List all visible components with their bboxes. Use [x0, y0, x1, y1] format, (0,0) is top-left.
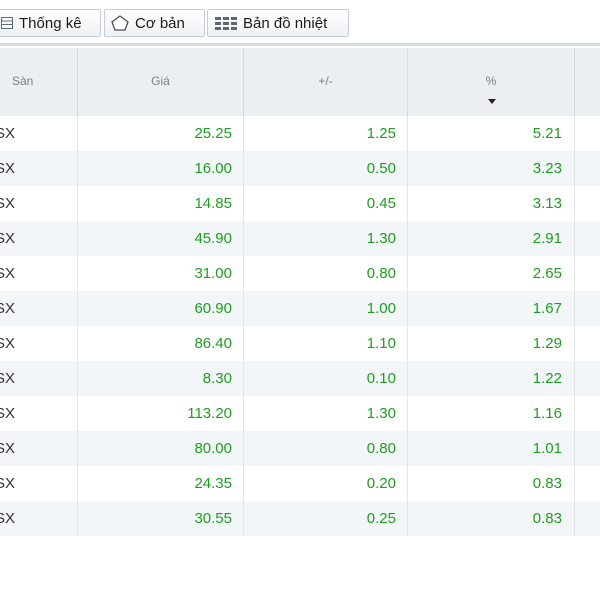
cell-percent: 3.13 — [408, 186, 575, 221]
cell-exchange: SX — [0, 291, 78, 326]
column-header-exchange[interactable]: Sàn — [0, 48, 78, 116]
cell-price: 24.35 — [78, 466, 244, 501]
cell-change: 0.80 — [244, 256, 408, 291]
cell-price: 86.40 — [78, 326, 244, 361]
cell-price: 14.85 — [78, 186, 244, 221]
cell-percent: 1.16 — [408, 396, 575, 431]
table-row[interactable]: SX 16.00 0.50 3.23 — [0, 151, 600, 186]
cell-change: 1.30 — [244, 221, 408, 256]
tab-statistics[interactable]: Thống kê — [0, 9, 101, 37]
cell-percent: 3.23 — [408, 151, 575, 186]
tab-basic[interactable]: Cơ bản — [104, 9, 205, 37]
cell-change: 0.20 — [244, 466, 408, 501]
table-row[interactable]: SX 80.00 0.80 1.01 — [0, 431, 600, 466]
sort-descending-icon — [488, 99, 496, 104]
cell-price: 60.90 — [78, 291, 244, 326]
column-header-empty — [575, 48, 600, 116]
tab-statistics-label: Thống kê — [19, 14, 82, 32]
cell-exchange: SX — [0, 466, 78, 501]
cell-percent: 2.91 — [408, 221, 575, 256]
heatmap-grid-icon — [215, 16, 237, 30]
cell-percent: 1.29 — [408, 326, 575, 361]
table-row[interactable]: SX 113.20 1.30 1.16 — [0, 396, 600, 431]
cell-exchange: SX — [0, 501, 78, 536]
table-row[interactable]: SX 24.35 0.20 0.83 — [0, 466, 600, 501]
cell-change: 1.10 — [244, 326, 408, 361]
cell-change: 0.45 — [244, 186, 408, 221]
cell-empty — [575, 466, 600, 501]
cell-percent: 0.83 — [408, 466, 575, 501]
table-row[interactable]: SX 30.55 0.25 0.83 — [0, 501, 600, 536]
tab-basic-label: Cơ bản — [135, 14, 185, 32]
cell-change: 0.50 — [244, 151, 408, 186]
cell-exchange: SX — [0, 221, 78, 256]
cell-price: 30.55 — [78, 501, 244, 536]
cell-change: 1.30 — [244, 396, 408, 431]
cell-exchange: SX — [0, 431, 78, 466]
cell-empty — [575, 361, 600, 396]
table-row[interactable]: SX 60.90 1.00 1.67 — [0, 291, 600, 326]
cell-exchange: SX — [0, 396, 78, 431]
cell-exchange: SX — [0, 326, 78, 361]
table-row[interactable]: SX 45.90 1.30 2.91 — [0, 221, 600, 256]
toolbar: Thống kê Cơ bản Bản đồ nhiệt — [0, 0, 600, 46]
cell-percent: 1.22 — [408, 361, 575, 396]
table-icon — [1, 17, 13, 29]
table-body: SX 25.25 1.25 5.21 SX 16.00 0.50 3.23 SX 14.85 0.4… — [0, 116, 600, 536]
cell-price: 45.90 — [78, 221, 244, 256]
cell-exchange: SX — [0, 361, 78, 396]
cell-percent: 1.67 — [408, 291, 575, 326]
cell-exchange: SX — [0, 186, 78, 221]
tab-heatmap-label: Bản đồ nhiệt — [243, 14, 328, 32]
cell-exchange: SX — [0, 256, 78, 291]
cell-change: 0.10 — [244, 361, 408, 396]
cell-price: 16.00 — [78, 151, 244, 186]
cell-exchange: SX — [0, 116, 78, 151]
cell-empty — [575, 151, 600, 186]
table-header: Sàn Giá +/- % — [0, 48, 600, 117]
cell-empty — [575, 116, 600, 151]
cell-percent: 1.01 — [408, 431, 575, 466]
cell-change: 1.25 — [244, 116, 408, 151]
table-row[interactable]: SX 8.30 0.10 1.22 — [0, 361, 600, 396]
cell-price: 113.20 — [78, 396, 244, 431]
column-header-percent[interactable]: % — [408, 48, 575, 116]
cell-percent: 2.65 — [408, 256, 575, 291]
column-header-price[interactable]: Giá — [78, 48, 244, 116]
cell-empty — [575, 396, 600, 431]
table-row[interactable]: SX 31.00 0.80 2.65 — [0, 256, 600, 291]
cell-empty — [575, 186, 600, 221]
cell-price: 25.25 — [78, 116, 244, 151]
cell-price: 31.00 — [78, 256, 244, 291]
column-header-change[interactable]: +/- — [244, 48, 408, 116]
cell-change: 1.00 — [244, 291, 408, 326]
cell-percent: 0.83 — [408, 501, 575, 536]
pentagon-icon — [111, 15, 129, 31]
cell-empty — [575, 326, 600, 361]
cell-empty — [575, 256, 600, 291]
cell-empty — [575, 501, 600, 536]
cell-empty — [575, 291, 600, 326]
cell-percent: 5.21 — [408, 116, 575, 151]
table-row[interactable]: SX 14.85 0.45 3.13 — [0, 186, 600, 221]
cell-price: 8.30 — [78, 361, 244, 396]
cell-change: 0.80 — [244, 431, 408, 466]
tab-heatmap[interactable]: Bản đồ nhiệt — [207, 9, 349, 37]
stock-table: Sàn Giá +/- % SX 25.25 1.25 5.21 SX 16.00 0.50… — [0, 48, 600, 600]
cell-change: 0.25 — [244, 501, 408, 536]
cell-price: 80.00 — [78, 431, 244, 466]
cell-empty — [575, 221, 600, 256]
table-row[interactable]: SX 25.25 1.25 5.21 — [0, 116, 600, 151]
cell-empty — [575, 431, 600, 466]
cell-exchange: SX — [0, 151, 78, 186]
table-row[interactable]: SX 86.40 1.10 1.29 — [0, 326, 600, 361]
